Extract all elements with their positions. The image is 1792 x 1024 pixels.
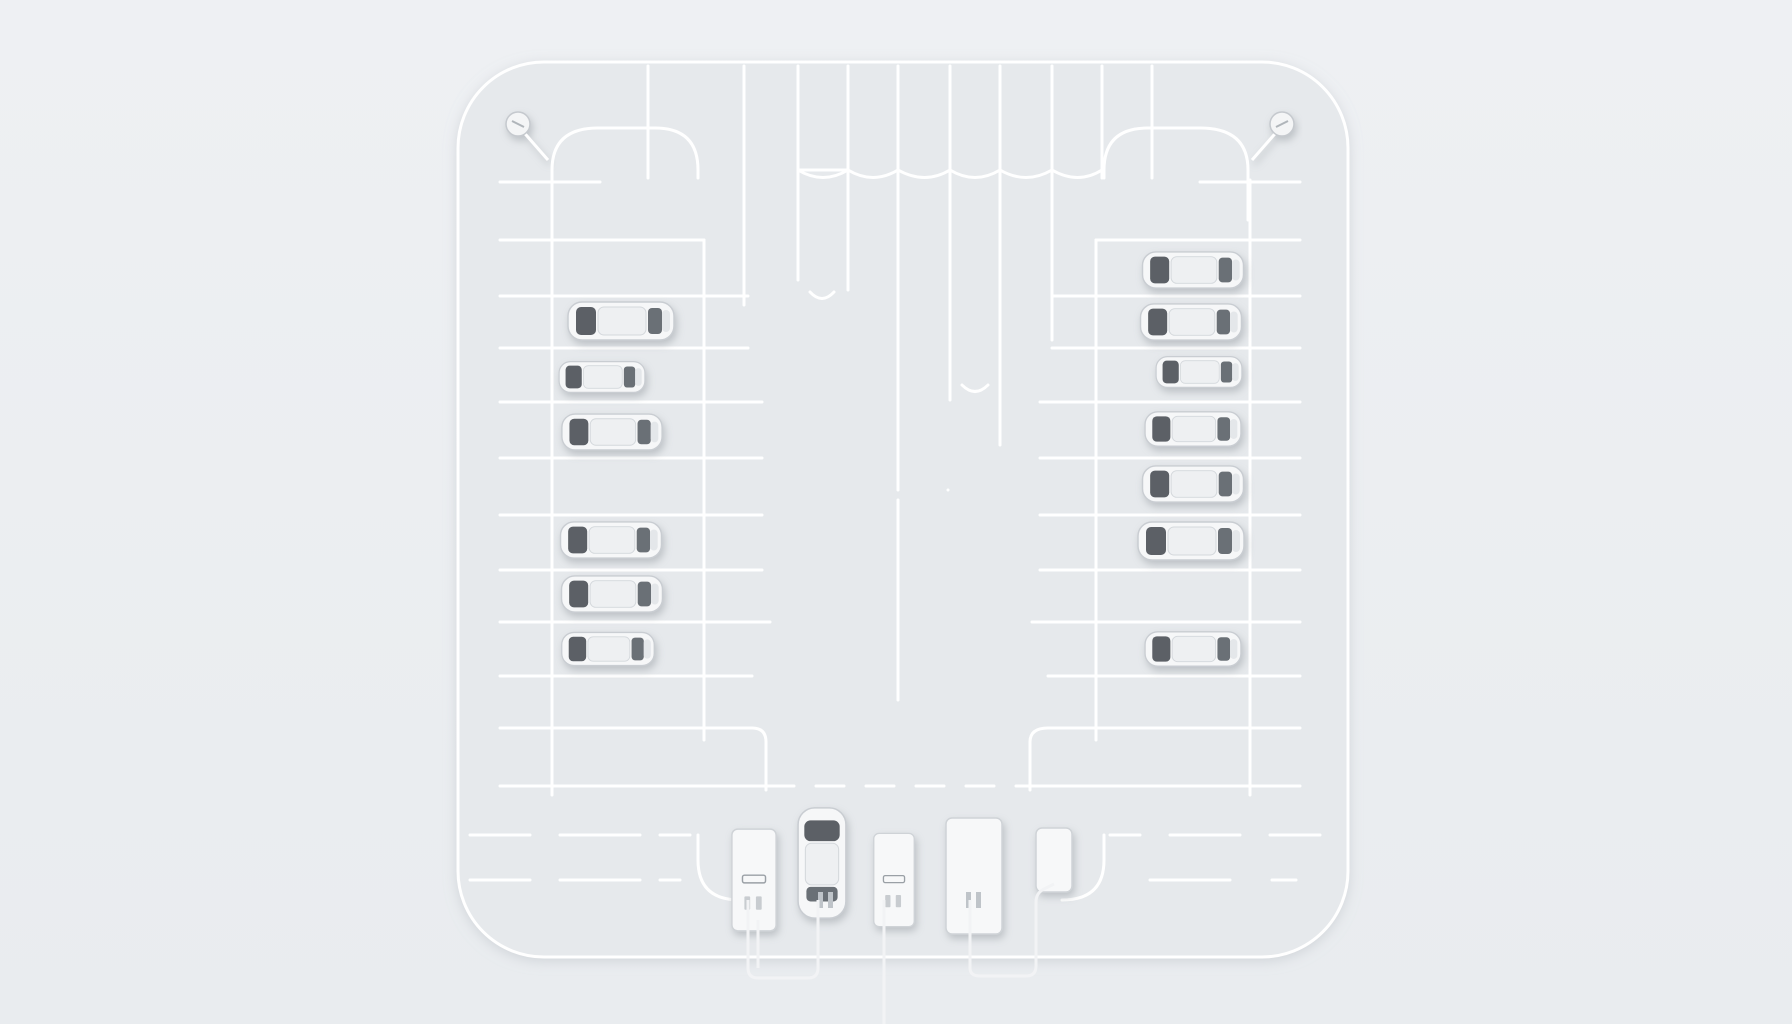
lot-surface <box>456 60 1350 959</box>
charging-station <box>873 832 915 928</box>
parked-car <box>1141 465 1245 503</box>
parked-car <box>1137 521 1245 561</box>
charging-station <box>731 828 777 932</box>
parked-car <box>1141 251 1245 289</box>
parked-car <box>560 575 664 613</box>
parked-car <box>1144 631 1242 667</box>
parked-car <box>1144 411 1242 447</box>
charging-station-small <box>1035 827 1073 893</box>
parked-car <box>1155 355 1243 389</box>
parking-lot-scene <box>456 60 1350 1024</box>
parked-car <box>561 413 663 451</box>
charging-station-large <box>945 817 1003 935</box>
parked-car <box>559 521 663 559</box>
parked-car <box>567 301 675 341</box>
parked-car <box>558 360 646 394</box>
parked-car <box>1139 303 1243 341</box>
parked-car <box>561 631 655 667</box>
